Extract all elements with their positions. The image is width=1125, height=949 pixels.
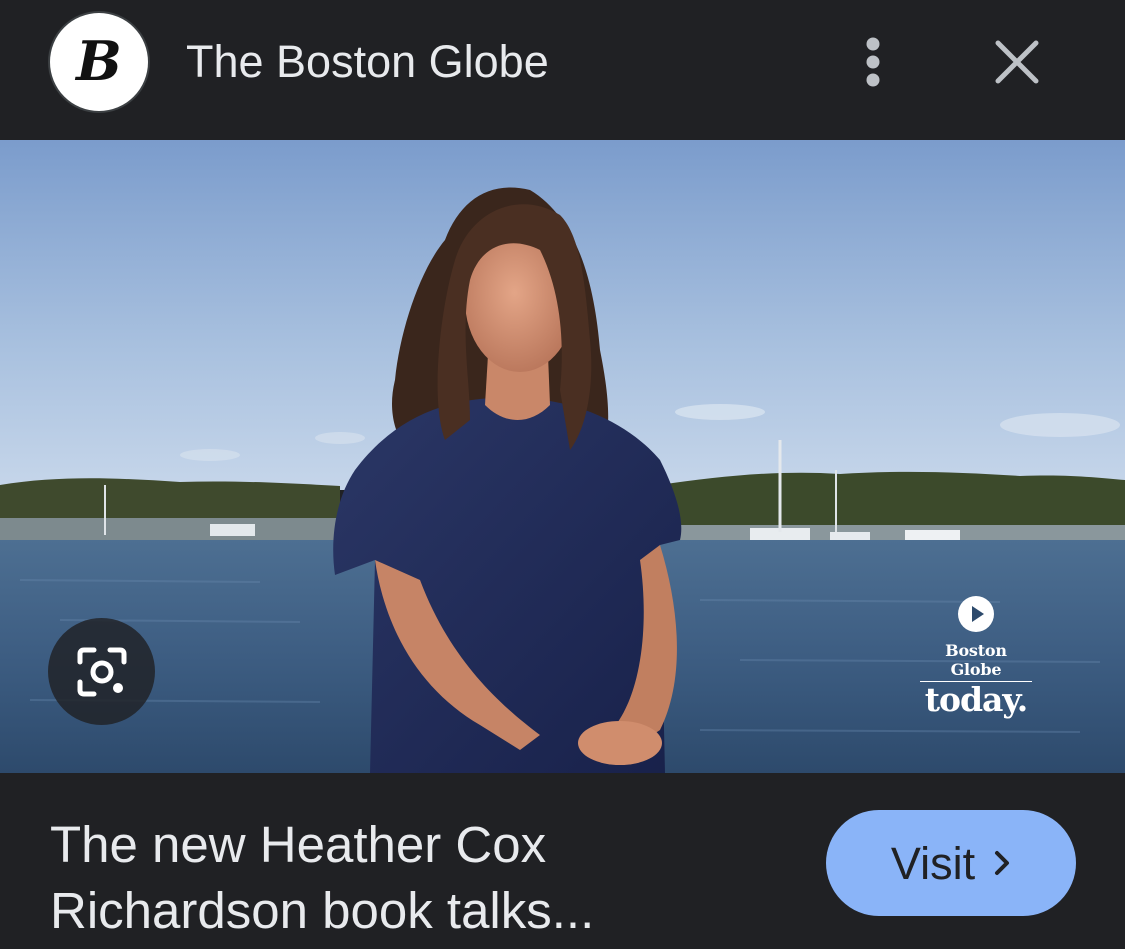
header-bar: B The Boston Globe [0,0,1125,140]
site-title: The Boston Globe [186,36,549,87]
boston-globe-today-watermark: Boston Globe today. [920,595,1032,718]
more-vert-icon [866,37,880,87]
visit-label: Visit [890,837,976,889]
result-footer: The new Heather Cox Richardson book talk… [0,773,1125,949]
headline-line-2: Richardson book talks... [50,882,595,939]
close-button[interactable] [985,30,1049,94]
chevron-right-icon [995,851,1010,875]
play-icon [958,596,994,632]
more-options-button[interactable] [848,30,898,94]
google-lens-icon [77,647,126,696]
article-image[interactable]: Boston Globe today. [0,140,1125,773]
visit-button[interactable]: Visit [826,810,1076,916]
google-lens-button[interactable] [48,618,155,725]
site-logo: B [50,13,148,111]
close-icon [995,40,1039,84]
headline-line-1: The new Heather Cox [50,816,547,873]
watermark-brand: Boston Globe [920,641,1032,682]
watermark-tagline: today. [924,680,1029,719]
logo-letter: B [76,29,122,93]
article-headline[interactable]: The new Heather Cox Richardson book talk… [50,812,790,944]
